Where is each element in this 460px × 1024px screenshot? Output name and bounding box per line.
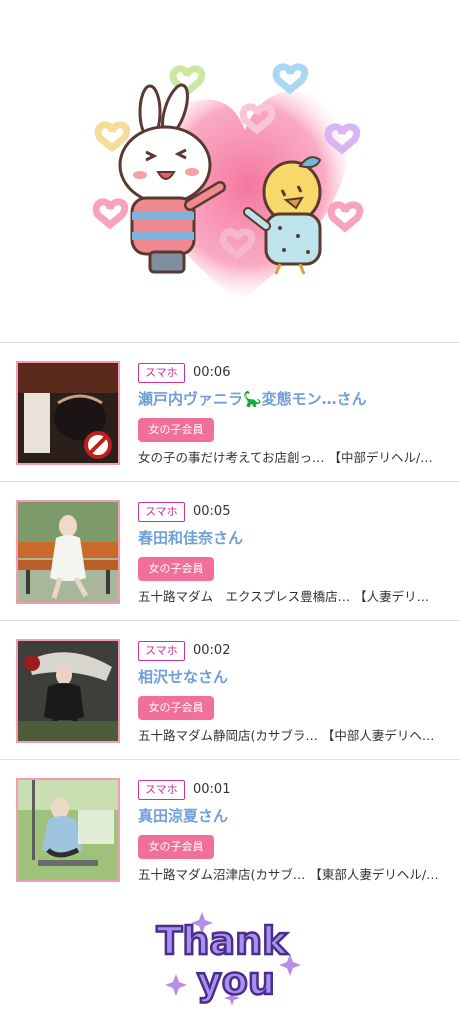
list-item[interactable]: スマホ 00:06 瀬戸内ヴァニラ🦕変態モン…さん 女の子会員 女の子の事だけ考…: [0, 342, 460, 481]
user-photo-thumbnail[interactable]: [16, 778, 120, 882]
thank-you-sticker: Thank you: [0, 898, 460, 1024]
device-badge: スマホ: [138, 502, 185, 522]
shop-info: 五十路マダム沼津店(カサブ… 【東部人妻デリヘル/…: [138, 867, 438, 882]
member-type-button[interactable]: 女の子会員: [138, 418, 214, 442]
page: スマホ 00:06 瀬戸内ヴァニラ🦕変態モン…さん 女の子会員 女の子の事だけ考…: [0, 0, 460, 1024]
device-badge: スマホ: [138, 780, 185, 800]
online-user-list: スマホ 00:06 瀬戸内ヴァニラ🦕変態モン…さん 女の子会員 女の子の事だけ考…: [0, 342, 460, 898]
list-item[interactable]: スマホ 00:05 春田和佳奈さん 女の子会員 五十路マダム エクスプレス豊橋店…: [0, 481, 460, 620]
device-badge: スマホ: [138, 641, 185, 661]
shop-info: 女の子の事だけ考えてお店創っ… 【中部デリヘル/…: [138, 450, 433, 465]
member-type-button[interactable]: 女の子会員: [138, 835, 214, 859]
device-badge: スマホ: [138, 363, 185, 383]
user-photo-thumbnail[interactable]: [16, 500, 120, 604]
shop-info: 五十路マダム エクスプレス豊橋店… 【人妻デリ…: [138, 589, 430, 604]
list-item[interactable]: スマホ 00:02 相沢せなさん 女の子会員 五十路マダム静岡店(カサブラ… 【…: [0, 620, 460, 759]
user-photo-thumbnail[interactable]: [16, 639, 120, 743]
user-photo-thumbnail[interactable]: [16, 361, 120, 465]
user-name-link[interactable]: 春田和佳奈さん: [138, 527, 448, 549]
login-time: 00:02: [193, 643, 231, 658]
shop-info: 五十路マダム静岡店(カサブラ… 【中部人妻デリヘ…: [138, 728, 435, 743]
user-name-link[interactable]: 真田涼夏さん: [138, 805, 448, 827]
login-time: 00:06: [193, 365, 231, 380]
member-type-button[interactable]: 女の子会員: [138, 696, 214, 720]
thank-you-line2: you: [197, 959, 275, 1003]
user-name-link[interactable]: 相沢せなさん: [138, 666, 448, 688]
user-name-link[interactable]: 瀬戸内ヴァニラ🦕変態モン…さん: [138, 388, 448, 410]
list-item[interactable]: スマホ 00:01 真田涼夏さん 女の子会員 五十路マダム沼津店(カサブ… 【東…: [0, 759, 460, 898]
login-time: 00:01: [193, 782, 231, 797]
login-time: 00:05: [193, 504, 231, 519]
bunny-chick-heart-sticker-banner: [0, 0, 460, 342]
thank-you-line1: Thank: [157, 919, 289, 963]
member-type-button[interactable]: 女の子会員: [138, 557, 214, 581]
